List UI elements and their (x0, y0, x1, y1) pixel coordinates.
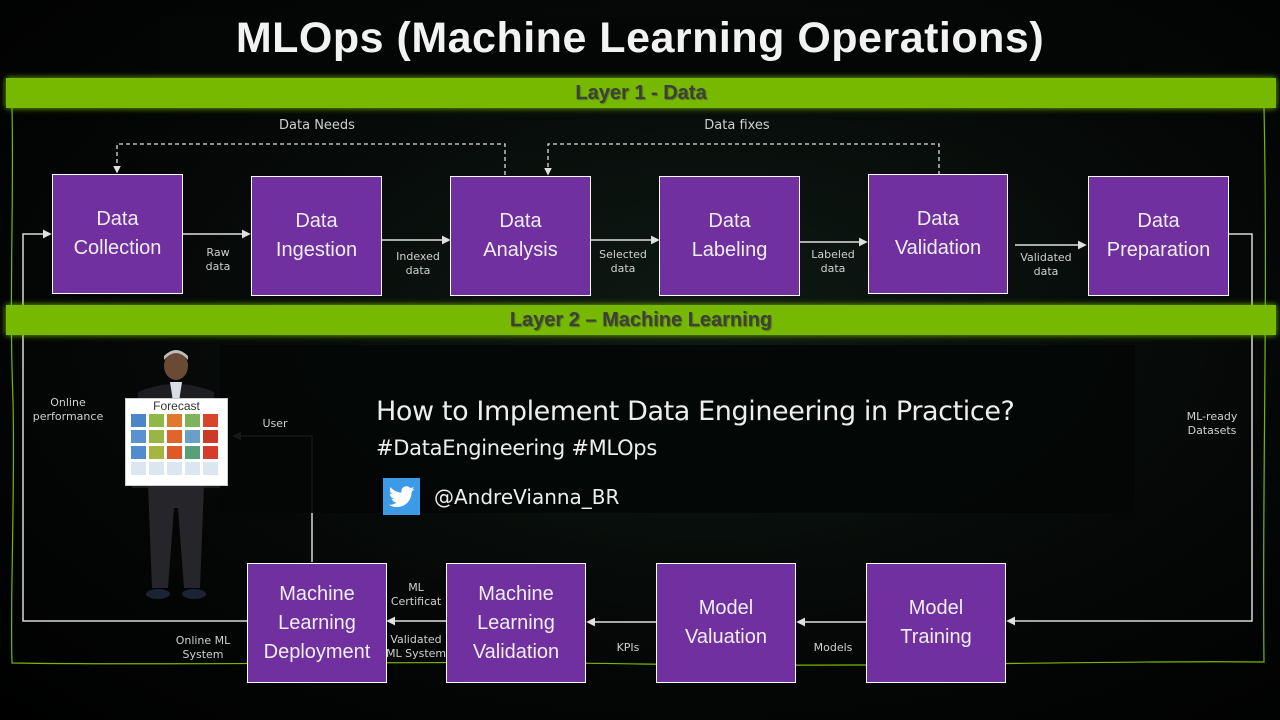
edge-label-user: User (262, 417, 288, 430)
edge-label-models: Models (813, 641, 853, 654)
edge-label-validated-data: Validated data (1020, 251, 1072, 278)
promo-headline: How to Implement Data Engineering in Pra… (376, 396, 1015, 427)
edge-label-online-ml-system: Online ML System (175, 634, 231, 661)
step-data-analysis[interactable]: Data Analysis (450, 176, 591, 296)
twitter-handle[interactable]: @AndreVianna_BR (434, 485, 619, 509)
step-line: Data (499, 210, 542, 232)
step-model-training[interactable]: Model Training (866, 563, 1006, 683)
promo-overlay (220, 345, 1135, 513)
twitter-bird-icon[interactable] (383, 478, 420, 515)
step-line: Machine (478, 582, 554, 605)
forecast-title: Forecast (153, 399, 200, 413)
edge-label-online-performance: Online performance (32, 396, 104, 423)
step-line: Data (708, 210, 751, 232)
step-line: Model (908, 597, 964, 619)
step-line: Deployment (263, 640, 371, 663)
step-line: Learning (477, 611, 555, 634)
step-data-labeling[interactable]: Data Labeling (659, 176, 800, 296)
step-line: Data (916, 208, 960, 230)
step-data-preparation[interactable]: Data Preparation (1088, 176, 1229, 296)
data-needs-label: Data Needs (279, 118, 355, 133)
step-line: Training (900, 626, 972, 648)
step-data-ingestion[interactable]: Data Ingestion (251, 176, 382, 296)
layer-2-label: Layer 2 – Machine Learning (509, 309, 773, 331)
step-line: Learning (278, 611, 356, 634)
forecast-board: Forecast (125, 398, 228, 486)
edge-label-validated-ml-system: Validated ML System (386, 633, 447, 660)
edge-label-ml-certificate: ML Certificat (390, 581, 442, 608)
data-needs-arrow (113, 143, 506, 175)
forecast-map-grid (131, 414, 221, 475)
step-line: Ingestion (275, 239, 358, 261)
data-fixes-label: Data fixes (704, 118, 770, 133)
promo-hashtags: #DataEngineering #MLOps (376, 436, 657, 460)
edge-label-indexed-data: Indexed data (396, 250, 440, 277)
step-ml-validation[interactable]: Machine Learning Validation (446, 563, 586, 683)
edge-label-raw-data: Raw data (205, 246, 231, 273)
step-ml-deployment[interactable]: Machine Learning Deployment (247, 563, 387, 683)
step-line: Model (698, 597, 754, 619)
step-line: Data (1137, 210, 1180, 232)
step-line: Labeling (691, 239, 768, 261)
edge-label-ml-ready-datasets: ML-ready Datasets (1186, 410, 1238, 437)
edge-label-labeled-data: Labeled data (811, 248, 855, 275)
step-model-valuation[interactable]: Model Valuation (656, 563, 796, 683)
step-line: Data (295, 210, 338, 232)
step-line: Preparation (1106, 239, 1211, 261)
layer-1-bar: Layer 1 - Data (6, 78, 1276, 108)
step-line: Collection (73, 237, 162, 259)
edge-label-kpis: KPIs (616, 641, 640, 654)
step-line: Machine (279, 582, 355, 605)
step-data-validation[interactable]: Data Validation (868, 174, 1008, 294)
layer-1-label: Layer 1 - Data (575, 82, 707, 104)
step-line: Validation (472, 640, 560, 663)
data-fixes-arrow (544, 143, 940, 176)
step-line: Validation (894, 237, 982, 259)
step-line: Analysis (483, 239, 558, 261)
step-data-collection[interactable]: Data Collection (52, 174, 183, 294)
edge-label-selected-data: Selected data (599, 248, 647, 275)
layer-2-bar: Layer 2 – Machine Learning (6, 305, 1276, 335)
step-line: Valuation (685, 626, 767, 648)
step-line: Data (96, 208, 139, 230)
